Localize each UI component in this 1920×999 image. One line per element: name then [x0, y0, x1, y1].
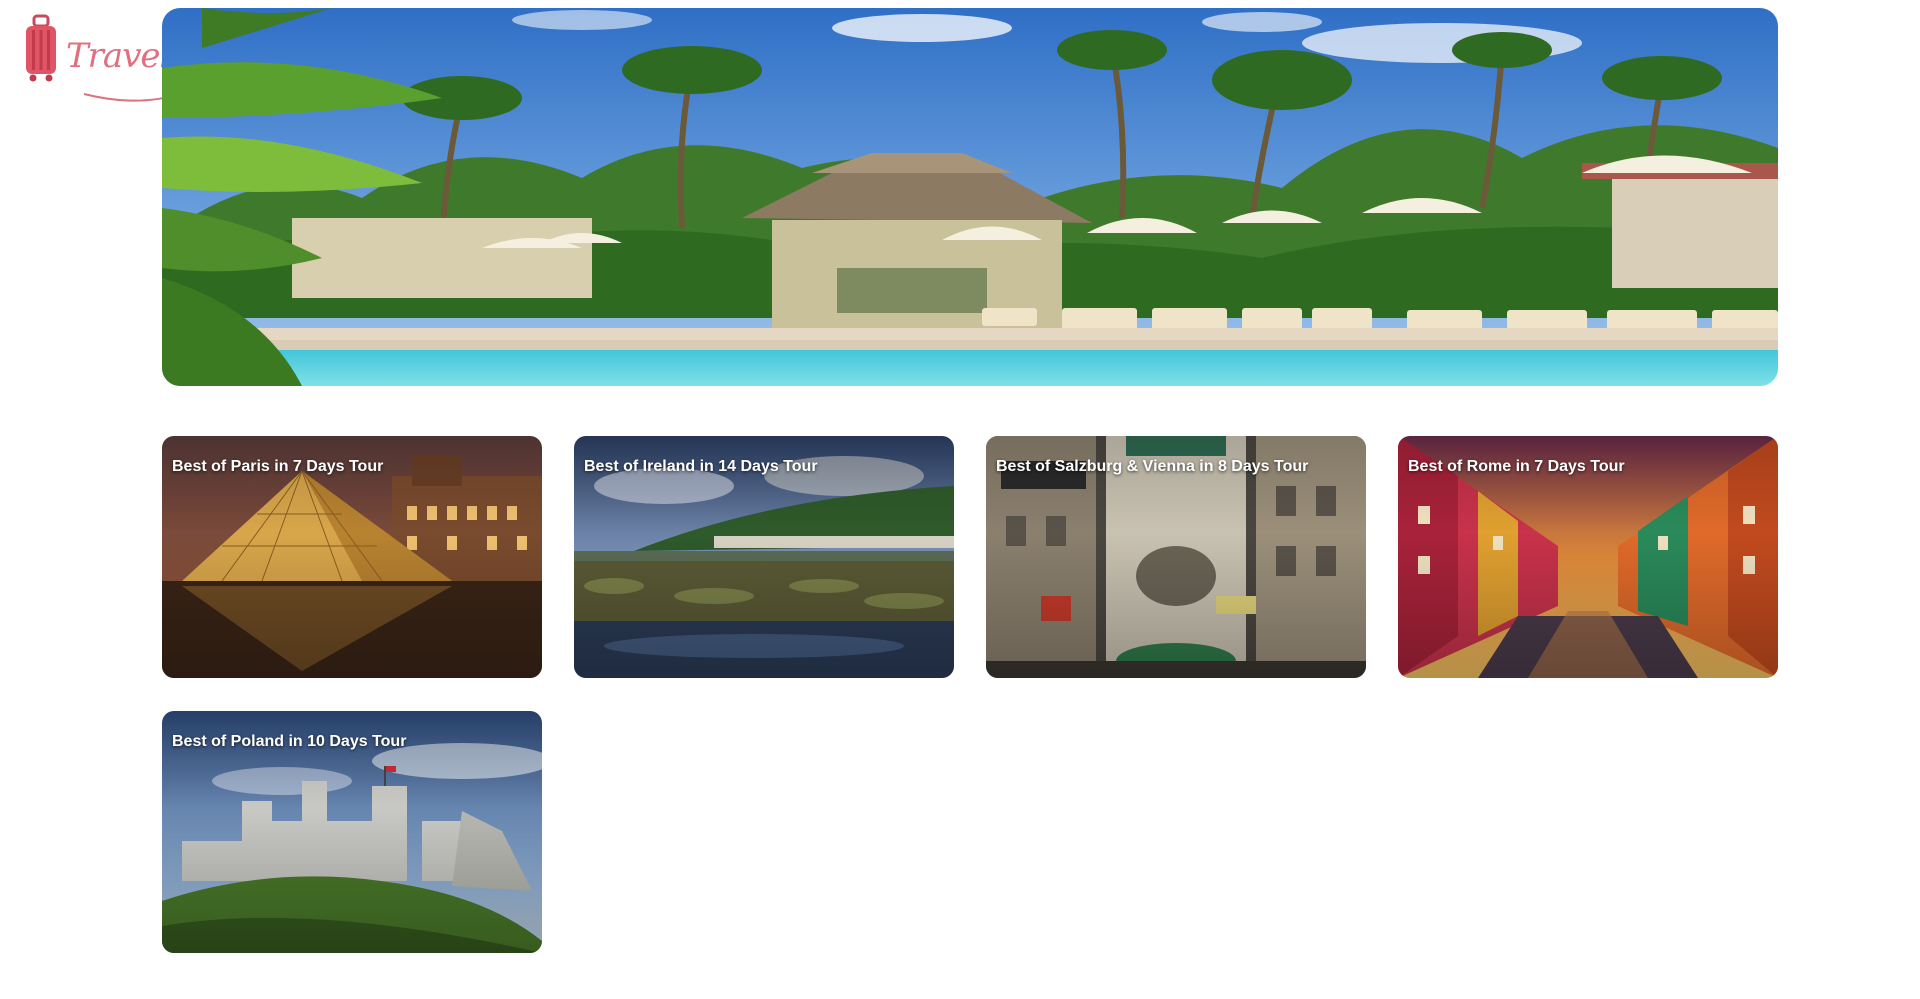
tour-title: Best of Rome in 7 Days Tour: [1408, 458, 1625, 475]
tour-card[interactable]: Best of Paris in 7 Days Tour: [162, 436, 542, 678]
tour-card[interactable]: Best of Salzburg & Vienna in 8 Days Tour: [986, 436, 1366, 678]
tropical-resort-pool-hero-image: [162, 8, 1778, 386]
hero-banner: [162, 8, 1778, 386]
tour-card[interactable]: Best of Ireland in 14 Days Tour: [574, 436, 954, 678]
tour-card[interactable]: Best of Poland in 10 Days Tour: [162, 711, 542, 953]
tour-card[interactable]: Best of Rome in 7 Days Tour: [1398, 436, 1778, 678]
tour-title: Best of Ireland in 14 Days Tour: [584, 458, 818, 475]
tour-title: Best of Paris in 7 Days Tour: [172, 458, 384, 475]
tour-title: Best of Poland in 10 Days Tour: [172, 733, 407, 750]
tour-title: Best of Salzburg & Vienna in 8 Days Tour: [996, 458, 1309, 475]
